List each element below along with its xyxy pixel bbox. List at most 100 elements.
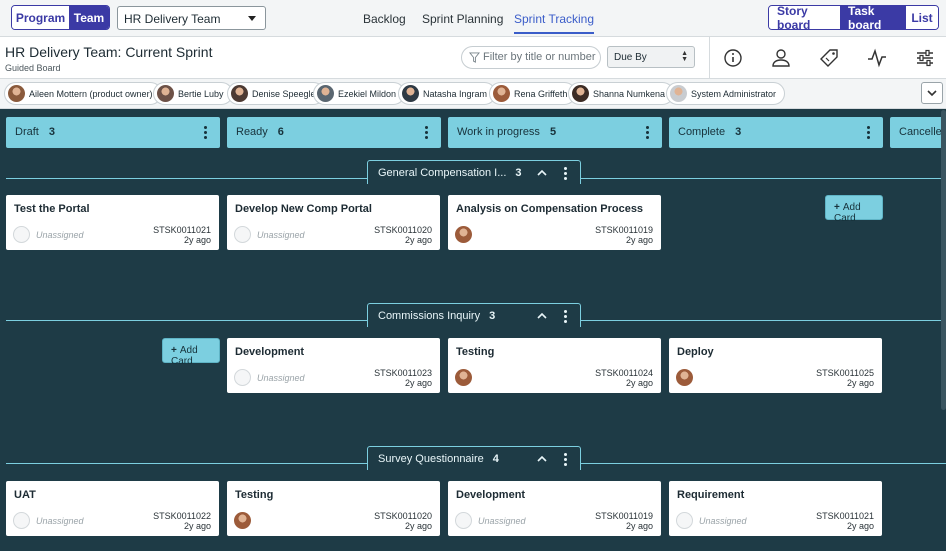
member-chip[interactable]: Rena Griffeth bbox=[489, 82, 577, 105]
swimlane-header[interactable]: Survey Questionnaire 4 bbox=[367, 446, 581, 470]
task-card[interactable]: Analysis on Compensation Process STSK001… bbox=[448, 195, 661, 250]
avatar bbox=[455, 226, 472, 243]
avatar bbox=[402, 85, 419, 102]
member-name: Denise Speegle bbox=[252, 88, 316, 99]
activity-icon[interactable] bbox=[866, 47, 888, 69]
swimlane-header[interactable]: Commissions Inquiry 3 bbox=[367, 303, 581, 327]
board-header: HR Delivery Team: Current Sprint Guided … bbox=[0, 37, 946, 79]
member-name: Ezekiel Mildon bbox=[338, 88, 397, 99]
column-name: Draft bbox=[15, 126, 39, 138]
caret-down-icon bbox=[248, 16, 256, 21]
avatar bbox=[8, 85, 25, 102]
nav-backlog[interactable]: Backlog bbox=[363, 12, 406, 26]
card-title: Testing bbox=[456, 346, 495, 358]
unassigned-label: Unassigned bbox=[699, 516, 747, 526]
member-chip[interactable]: Aileen Mottern (product owner) bbox=[4, 82, 162, 105]
chevron-up-icon[interactable] bbox=[537, 168, 547, 178]
unassigned-avatar bbox=[234, 226, 251, 243]
add-card-button[interactable]: + Add Card bbox=[162, 338, 220, 367]
task-card[interactable]: Testing STSK0011020 2y ago bbox=[227, 481, 440, 536]
card-title: Develop New Comp Portal bbox=[235, 203, 372, 215]
plus-icon: + bbox=[171, 345, 177, 356]
settings-sliders-icon[interactable] bbox=[914, 47, 936, 69]
avatar bbox=[493, 85, 510, 102]
info-icon[interactable] bbox=[722, 47, 744, 69]
avatar bbox=[231, 85, 248, 102]
more-options-icon[interactable] bbox=[646, 126, 649, 139]
card-age: 2y ago bbox=[625, 378, 653, 388]
tab-list[interactable]: List bbox=[906, 6, 938, 29]
more-options-icon[interactable] bbox=[425, 126, 428, 139]
unassigned-avatar bbox=[676, 512, 693, 529]
task-card[interactable]: Requirement Unassigned STSK0011021 2y ag… bbox=[669, 481, 882, 536]
task-card[interactable]: UAT Unassigned STSK0011022 2y ago bbox=[6, 481, 219, 536]
column-name: Cancelled bbox=[899, 126, 946, 138]
chevron-up-icon[interactable] bbox=[537, 311, 547, 321]
scope-toggle: Program Team bbox=[11, 5, 110, 30]
column-name: Ready bbox=[236, 126, 268, 138]
page-subtitle: Guided Board bbox=[5, 63, 61, 73]
card-age: 2y ago bbox=[846, 521, 874, 531]
chevron-down-icon bbox=[927, 90, 937, 97]
card-number: STSK0011025 bbox=[816, 368, 874, 378]
vertical-scrollbar[interactable] bbox=[941, 110, 946, 410]
more-options-icon[interactable] bbox=[867, 126, 870, 139]
filter-input[interactable]: Filter by title or number bbox=[461, 46, 601, 69]
card-number: STSK0011019 bbox=[595, 225, 653, 235]
column-name: Work in progress bbox=[457, 126, 540, 138]
task-card[interactable]: Testing STSK0011024 2y ago bbox=[448, 338, 661, 393]
card-age: 2y ago bbox=[846, 378, 874, 388]
tab-task-board[interactable]: Task board bbox=[840, 6, 906, 29]
filter-icon bbox=[469, 52, 480, 63]
task-card[interactable]: Development Unassigned STSK0011019 2y ag… bbox=[448, 481, 661, 536]
member-chip[interactable]: Ezekiel Mildon bbox=[313, 82, 406, 105]
avatar bbox=[670, 85, 687, 102]
nav-sprint-planning[interactable]: Sprint Planning bbox=[422, 12, 503, 26]
sort-select[interactable]: Due By ▲ ▼ bbox=[607, 46, 695, 68]
more-options-icon[interactable] bbox=[564, 167, 567, 180]
column-count: 3 bbox=[48, 126, 55, 138]
column-count: 6 bbox=[277, 126, 284, 138]
divider bbox=[709, 37, 710, 79]
swimlane-name: Survey Questionnaire bbox=[378, 453, 484, 465]
task-card[interactable]: Develop New Comp Portal Unassigned STSK0… bbox=[227, 195, 440, 250]
member-chip[interactable]: Natasha Ingram bbox=[398, 82, 497, 105]
column-header-work-in-progress[interactable]: Work in progress 5 bbox=[448, 117, 662, 148]
team-dropdown[interactable]: HR Delivery Team bbox=[117, 6, 266, 30]
more-options-icon[interactable] bbox=[564, 310, 567, 323]
nav-sprint-tracking[interactable]: Sprint Tracking bbox=[514, 12, 595, 34]
column-header-cancelled[interactable]: Cancelled bbox=[890, 117, 946, 148]
chevron-up-icon[interactable] bbox=[537, 454, 547, 464]
task-card[interactable]: Development Unassigned STSK0011023 2y ag… bbox=[227, 338, 440, 393]
tab-story-board[interactable]: Story board bbox=[769, 6, 840, 29]
more-options-icon[interactable] bbox=[204, 126, 207, 139]
column-header-complete[interactable]: Complete 3 bbox=[669, 117, 883, 148]
member-chip[interactable]: Shanna Numkena bbox=[568, 82, 675, 105]
swimlane-name: General Compensation I... bbox=[378, 167, 507, 179]
member-name: Rena Griffeth bbox=[514, 88, 568, 99]
card-age: 2y ago bbox=[404, 521, 432, 531]
member-name: Aileen Mottern (product owner) bbox=[29, 88, 153, 99]
swimlane-header[interactable]: General Compensation I... 3 bbox=[367, 160, 581, 184]
filter-placeholder: Filter by title or number bbox=[483, 51, 596, 63]
tag-icon[interactable] bbox=[818, 47, 840, 69]
column-count: 5 bbox=[549, 126, 557, 138]
column-header-draft[interactable]: Draft 3 bbox=[6, 117, 220, 148]
member-chip[interactable]: System Administrator bbox=[666, 82, 786, 105]
tab-program[interactable]: Program bbox=[12, 6, 69, 29]
column-count: 3 bbox=[735, 126, 742, 138]
card-number: STSK0011019 bbox=[595, 511, 653, 521]
member-chip[interactable]: Denise Speegle bbox=[227, 82, 325, 105]
column-header-ready[interactable]: Ready 6 bbox=[227, 117, 441, 148]
add-card-button[interactable]: + Add Card bbox=[825, 195, 883, 224]
more-options-icon[interactable] bbox=[564, 453, 567, 466]
task-card[interactable]: Test the Portal Unassigned STSK0011021 2… bbox=[6, 195, 219, 250]
member-chip[interactable]: Bertie Luby bbox=[153, 82, 233, 105]
card-age: 2y ago bbox=[183, 235, 211, 245]
member-name: System Administrator bbox=[691, 88, 777, 99]
expand-members-button[interactable] bbox=[921, 82, 943, 104]
unassigned-avatar bbox=[13, 512, 30, 529]
task-card[interactable]: Deploy STSK0011025 2y ago bbox=[669, 338, 882, 393]
tab-team[interactable]: Team bbox=[69, 6, 109, 29]
user-icon[interactable] bbox=[770, 47, 792, 69]
